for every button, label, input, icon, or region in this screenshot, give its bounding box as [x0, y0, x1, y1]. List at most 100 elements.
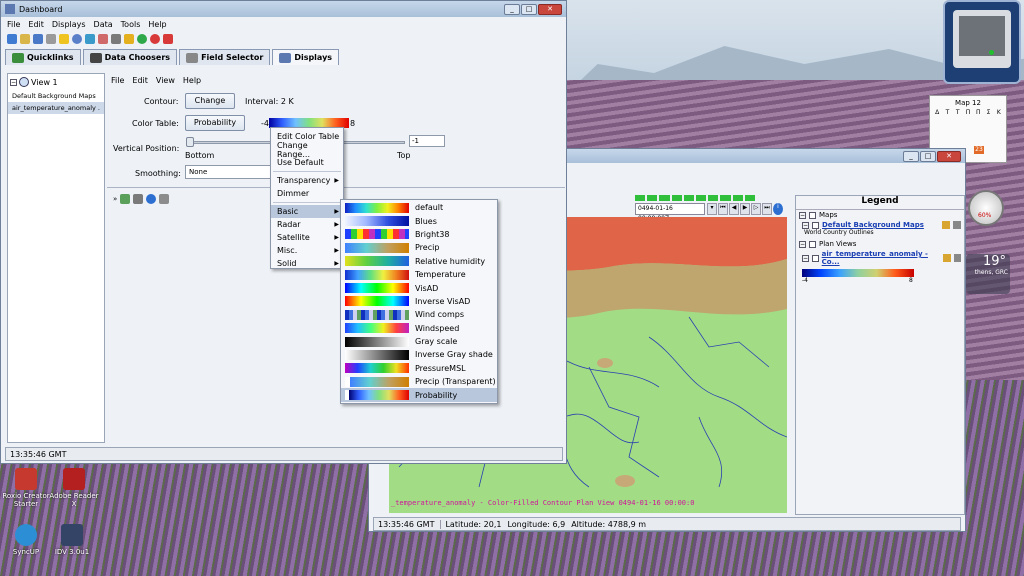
checkbox-icon[interactable] [812, 254, 819, 262]
collapse-icon[interactable]: − [10, 78, 17, 86]
dashboard-titlebar[interactable]: Dashboard _ □ ✕ [1, 1, 566, 17]
desktop-icon-syncup[interactable]: SyncUP [0, 524, 52, 556]
tree-root[interactable]: − View 1 [8, 74, 104, 90]
menu-item-basic[interactable]: Basic ▶ [271, 205, 343, 218]
legend-plan-header[interactable]: − Plan Views [796, 236, 964, 249]
tree-item[interactable]: Default Background Maps [8, 90, 104, 102]
menu-item-dimmer[interactable]: Dimmer [271, 187, 343, 200]
tools-icon[interactable] [111, 34, 121, 44]
animation-timeline[interactable] [635, 195, 756, 201]
info-icon[interactable]: i [773, 203, 783, 215]
favorite-icon[interactable] [59, 34, 69, 44]
tab-quicklinks[interactable]: Quicklinks [5, 49, 81, 65]
collapse-icon[interactable]: − [802, 254, 809, 262]
menu-item-radar[interactable]: Radar ▶ [271, 218, 343, 231]
stop-icon[interactable] [163, 34, 173, 44]
colortable-item[interactable]: Relative humidity [341, 255, 497, 268]
time-select[interactable]: 0494-01-16 00:00:00Z [635, 203, 705, 222]
menu-item-misc[interactable]: Misc. ▶ [271, 244, 343, 257]
tab-field-selector[interactable]: Field Selector [179, 49, 271, 65]
legend-maps-link[interactable]: Default Background Maps [822, 221, 924, 229]
menu-item-use-default[interactable]: Use Default [271, 156, 343, 169]
colortable-item[interactable]: Gray scale [341, 335, 497, 348]
vertical-slider-thumb[interactable] [186, 137, 194, 147]
menu-help[interactable]: Help [183, 76, 201, 85]
step-forward-icon[interactable]: ▷ [751, 203, 761, 215]
chevron-down-icon[interactable]: » [113, 195, 117, 203]
trash-icon[interactable] [159, 194, 170, 204]
desktop-icon-roxio[interactable]: Roxio Creator Starter [0, 468, 52, 508]
menu-view[interactable]: View [156, 76, 175, 85]
menu-help[interactable]: Help [148, 20, 166, 29]
first-frame-icon[interactable]: ⏮ [718, 203, 728, 215]
colortable-item[interactable]: default [341, 201, 497, 214]
legend-maps-header[interactable]: − Maps [796, 210, 964, 220]
checkbox-icon[interactable] [812, 221, 819, 229]
menu-tools[interactable]: Tools [121, 20, 141, 29]
colortable-item[interactable]: Windspeed [341, 322, 497, 335]
checkbox-icon[interactable] [809, 240, 816, 248]
menu-data[interactable]: Data [94, 20, 113, 29]
colortable-item[interactable]: Temperature [341, 268, 497, 281]
menu-edit[interactable]: Edit [28, 20, 44, 29]
last-frame-icon[interactable]: ⏭ [762, 203, 772, 215]
lock-icon[interactable] [942, 221, 950, 229]
colortable-item[interactable]: Bright38 [341, 228, 497, 241]
open-folder-icon[interactable] [20, 34, 30, 44]
colortable-item[interactable]: Inverse Gray shade [341, 348, 497, 361]
colortable-item[interactable]: VisAD [341, 281, 497, 294]
minimize-button[interactable]: _ [504, 3, 520, 15]
tab-data-choosers[interactable]: Data Choosers [82, 49, 178, 65]
tree-item-selected[interactable]: air_temperature_anomaly . [8, 102, 104, 114]
legend-maps-item[interactable]: − Default Background Maps [796, 220, 964, 229]
colortable-item[interactable]: Precip [341, 241, 497, 254]
new-display-icon[interactable] [7, 34, 17, 44]
hand-icon[interactable] [133, 194, 144, 204]
bundle-icon[interactable] [46, 34, 56, 44]
menu-item-satellite[interactable]: Satellite ▶ [271, 231, 343, 244]
colortable-button[interactable]: Probability [185, 115, 245, 131]
legend-plan-link[interactable]: air_temperature_anomaly - Co... [822, 250, 940, 266]
mail-icon[interactable] [85, 34, 95, 44]
collapse-icon[interactable]: − [802, 221, 809, 229]
colortable-item-selected[interactable]: Probability [341, 388, 497, 402]
smoothing-select[interactable]: None [185, 165, 271, 179]
contour-change-button[interactable]: Change [185, 93, 235, 109]
play-icon[interactable]: ▶ [740, 203, 750, 215]
colortable-item[interactable]: Wind comps [341, 308, 497, 321]
eraser-icon[interactable] [98, 34, 108, 44]
trash-icon[interactable] [953, 221, 961, 229]
help-icon[interactable] [72, 34, 82, 44]
minimize-button[interactable]: _ [903, 150, 919, 162]
colortable-item[interactable]: Precip (Transparent) [341, 375, 497, 388]
save-icon[interactable] [33, 34, 43, 44]
menu-displays[interactable]: Displays [52, 20, 86, 29]
menu-item-transparency[interactable]: Transparency ▶ [271, 174, 343, 187]
menu-item-change-range[interactable]: Change Range... [271, 141, 343, 159]
trash-icon[interactable] [953, 254, 962, 262]
step-back-icon[interactable]: ◀ [729, 203, 739, 215]
pencil-icon[interactable] [124, 34, 134, 44]
desktop-icon-idv[interactable]: IDV 3.0u1 [46, 524, 98, 556]
close-button[interactable]: ✕ [937, 150, 961, 162]
globe-icon[interactable] [137, 34, 147, 44]
menu-file[interactable]: File [7, 20, 20, 29]
collapse-icon[interactable]: − [799, 211, 806, 219]
cpu-gadget[interactable] [943, 0, 1021, 84]
chevron-down-icon[interactable]: ▾ [707, 203, 717, 215]
meter-gadget[interactable]: 60% [968, 190, 1004, 226]
record-icon[interactable] [150, 34, 160, 44]
add-display-icon[interactable] [120, 194, 131, 204]
maximize-button[interactable]: □ [920, 150, 936, 162]
lock-icon[interactable] [943, 254, 951, 262]
colortable-item[interactable]: Blues [341, 214, 497, 227]
menu-item-solid[interactable]: Solid ▶ [271, 257, 343, 270]
menu-file[interactable]: File [111, 76, 124, 85]
tab-displays[interactable]: Displays [272, 49, 340, 65]
info-icon[interactable] [146, 194, 157, 204]
colortable-item[interactable]: PressureMSL [341, 362, 497, 375]
checkbox-icon[interactable] [809, 211, 816, 219]
vertical-position-input[interactable]: -1 [409, 135, 445, 147]
collapse-icon[interactable]: − [799, 240, 806, 248]
colortable-item[interactable]: Inverse VisAD [341, 295, 497, 308]
